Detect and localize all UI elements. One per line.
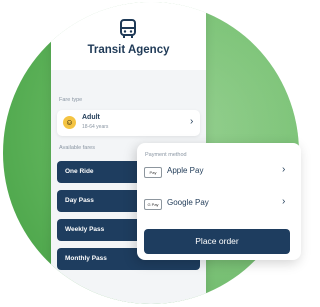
- chevron-right-icon: ›: [282, 196, 286, 207]
- google-pay-icon: G Pay: [144, 199, 162, 210]
- payment-option-label: Google Pay: [167, 198, 209, 207]
- apple-pay-icon: Pay: [144, 167, 162, 178]
- fare-type-name: Adult: [82, 114, 100, 121]
- fare-type-subtitle: 18-64 years: [82, 124, 109, 130]
- chevron-right-icon: ›: [282, 164, 286, 175]
- payment-option-label: Apple Pay: [167, 166, 204, 175]
- place-order-button[interactable]: Place order: [144, 229, 290, 254]
- app-header: Transit Agency: [51, 2, 206, 70]
- chevron-right-icon: ›: [190, 116, 194, 127]
- fare-type-selector[interactable]: ☺ Adult 18-64 years ›: [57, 110, 200, 136]
- smiley-face-icon: ☺: [63, 116, 76, 129]
- available-fares-label: Available fares: [59, 145, 95, 151]
- fare-type-label: Fare type: [59, 97, 83, 103]
- bus-icon: [120, 19, 136, 38]
- payment-option-google-pay[interactable]: G Pay Google Pay ›: [137, 193, 301, 217]
- payment-option-apple-pay[interactable]: Pay Apple Pay ›: [137, 161, 301, 185]
- payment-method-label: Payment method: [145, 152, 187, 158]
- payment-sheet: Payment method Pay Apple Pay › G Pay Goo…: [137, 143, 301, 260]
- page-title: Transit Agency: [87, 44, 170, 56]
